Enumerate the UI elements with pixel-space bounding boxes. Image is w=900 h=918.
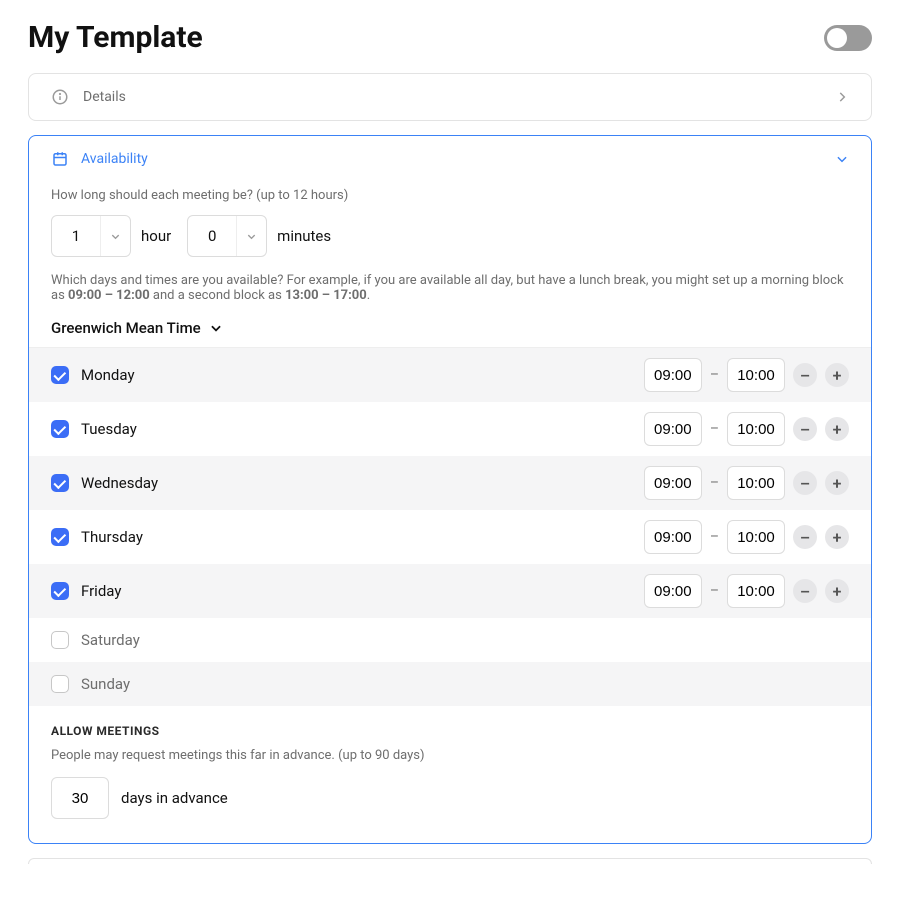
minus-icon: – <box>800 528 810 547</box>
add-block-button[interactable]: + <box>825 471 849 495</box>
day-name-label: Monday <box>81 366 135 384</box>
day-row: Friday – – + <box>29 564 871 618</box>
time-separator: – <box>710 421 719 437</box>
day-name-label: Thursday <box>81 528 143 546</box>
chevron-right-icon <box>835 90 849 104</box>
day-checkbox[interactable] <box>51 366 69 384</box>
start-time-input[interactable] <box>644 574 702 608</box>
day-name-label: Tuesday <box>81 420 137 438</box>
plus-icon: + <box>833 420 842 439</box>
end-time-input[interactable] <box>727 520 785 554</box>
hours-value: 1 <box>52 227 100 245</box>
advance-help-text: People may request meetings this far in … <box>51 748 849 763</box>
plus-icon: + <box>833 474 842 493</box>
remove-block-button[interactable]: – <box>793 363 817 387</box>
days-help-text: Which days and times are you available? … <box>51 273 849 303</box>
time-separator: – <box>710 475 719 491</box>
add-block-button[interactable]: + <box>825 579 849 603</box>
time-separator: – <box>710 583 719 599</box>
hours-select[interactable]: 1 <box>51 215 131 257</box>
plus-icon: + <box>833 582 842 601</box>
end-time-input[interactable] <box>727 358 785 392</box>
enable-template-toggle[interactable] <box>824 25 872 51</box>
timezone-label: Greenwich Mean Time <box>51 319 201 337</box>
remove-block-button[interactable]: – <box>793 471 817 495</box>
hours-unit-label: hour <box>141 227 171 245</box>
day-checkbox[interactable] <box>51 420 69 438</box>
start-time-input[interactable] <box>644 466 702 500</box>
day-checkbox[interactable] <box>51 675 69 693</box>
duration-help-text: How long should each meeting be? (up to … <box>51 188 849 203</box>
day-row: Sunday <box>29 662 871 706</box>
plus-icon: + <box>833 528 842 547</box>
start-time-input[interactable] <box>644 412 702 446</box>
chevron-down-icon[interactable] <box>835 152 849 166</box>
remove-block-button[interactable]: – <box>793 579 817 603</box>
day-name-label: Sunday <box>81 675 130 693</box>
minus-icon: – <box>800 420 810 439</box>
remove-block-button[interactable]: – <box>793 525 817 549</box>
minutes-select[interactable]: 0 <box>187 215 267 257</box>
advance-days-input[interactable] <box>51 777 109 819</box>
start-time-input[interactable] <box>644 358 702 392</box>
minus-icon: – <box>800 582 810 601</box>
minutes-unit-label: minutes <box>277 227 331 245</box>
day-name-label: Friday <box>81 582 121 600</box>
day-row: Saturday <box>29 618 871 662</box>
allow-meetings-heading: ALLOW MEETINGS <box>51 724 849 738</box>
end-time-input[interactable] <box>727 574 785 608</box>
day-name-label: Wednesday <box>81 474 158 492</box>
next-section-preview <box>28 858 872 864</box>
day-row: Thursday – – + <box>29 510 871 564</box>
day-checkbox[interactable] <box>51 582 69 600</box>
details-section[interactable]: Details <box>28 73 872 121</box>
minus-icon: – <box>800 474 810 493</box>
time-separator: – <box>710 529 719 545</box>
time-separator: – <box>710 367 719 383</box>
minus-icon: – <box>800 366 810 385</box>
advance-days-label: days in advance <box>121 789 228 807</box>
toggle-knob <box>827 28 847 48</box>
day-checkbox[interactable] <box>51 631 69 649</box>
day-row: Monday – – + <box>29 348 871 402</box>
chevron-down-icon[interactable] <box>236 216 266 256</box>
info-icon <box>51 88 69 106</box>
end-time-input[interactable] <box>727 412 785 446</box>
page-title: My Template <box>28 20 203 55</box>
add-block-button[interactable]: + <box>825 525 849 549</box>
end-time-input[interactable] <box>727 466 785 500</box>
availability-label: Availability <box>81 151 148 167</box>
day-row: Tuesday – – + <box>29 402 871 456</box>
add-block-button[interactable]: + <box>825 417 849 441</box>
add-block-button[interactable]: + <box>825 363 849 387</box>
minutes-value: 0 <box>188 227 236 245</box>
start-time-input[interactable] <box>644 520 702 554</box>
availability-section: Availability How long should each meetin… <box>28 135 872 844</box>
day-checkbox[interactable] <box>51 528 69 546</box>
chevron-down-icon[interactable] <box>100 216 130 256</box>
day-row: Wednesday – – + <box>29 456 871 510</box>
plus-icon: + <box>833 366 842 385</box>
day-name-label: Saturday <box>81 631 140 649</box>
details-label: Details <box>83 89 126 105</box>
chevron-down-icon <box>209 321 223 335</box>
remove-block-button[interactable]: – <box>793 417 817 441</box>
calendar-icon <box>51 150 69 168</box>
day-checkbox[interactable] <box>51 474 69 492</box>
timezone-select[interactable]: Greenwich Mean Time <box>51 319 849 337</box>
